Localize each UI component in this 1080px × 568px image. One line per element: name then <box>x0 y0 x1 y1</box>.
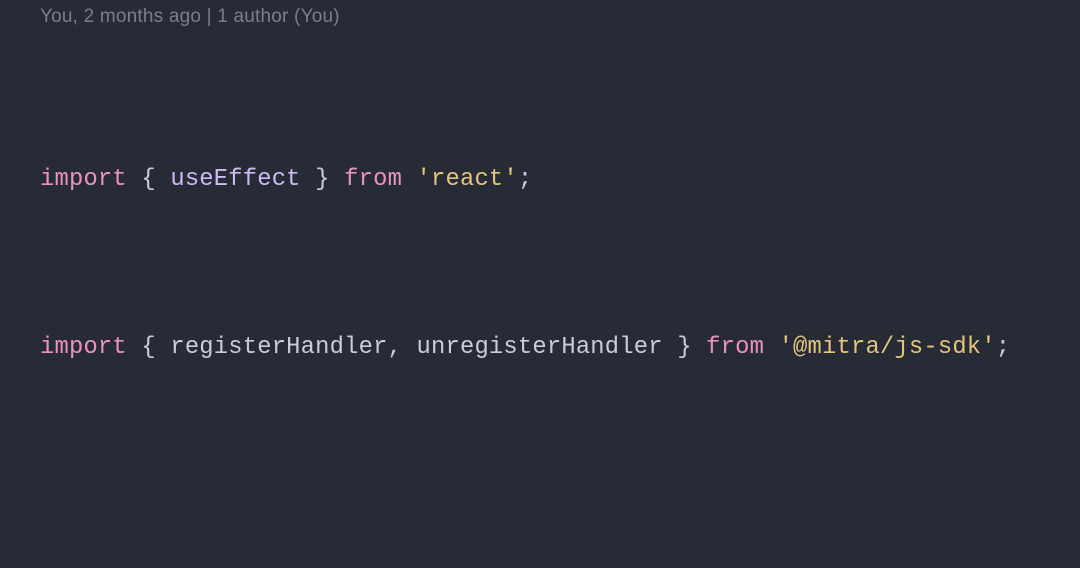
tok-ident: useEffect <box>170 166 300 193</box>
gitlens-annotation: You, 2 months ago | 1 author (You) <box>40 6 1080 28</box>
tok-string: '@mitra/js-sdk' <box>779 334 996 361</box>
code-line[interactable]: import { registerHandler, unregisterHand… <box>40 327 1080 369</box>
tok-string: 'react' <box>417 166 518 193</box>
tok-keyword: from <box>706 334 764 361</box>
tok-punc: } <box>315 166 329 193</box>
tok-keyword: from <box>344 166 402 193</box>
tok-keyword: import <box>40 166 127 193</box>
code-line[interactable] <box>40 494 1080 536</box>
code-view[interactable]: import { useEffect } from 'react'; impor… <box>40 34 1080 568</box>
tok-punc: } <box>677 334 691 361</box>
code-line[interactable]: import { useEffect } from 'react'; <box>40 159 1080 201</box>
tok-keyword: import <box>40 334 127 361</box>
tok-punc: { <box>141 166 155 193</box>
tok-punc: ; <box>518 166 532 193</box>
tok-punc: , <box>388 334 402 361</box>
tok-ident: unregisterHandler <box>417 334 663 361</box>
tok-punc: { <box>141 334 155 361</box>
tok-ident: registerHandler <box>170 334 387 361</box>
tok-punc: ; <box>996 334 1010 361</box>
